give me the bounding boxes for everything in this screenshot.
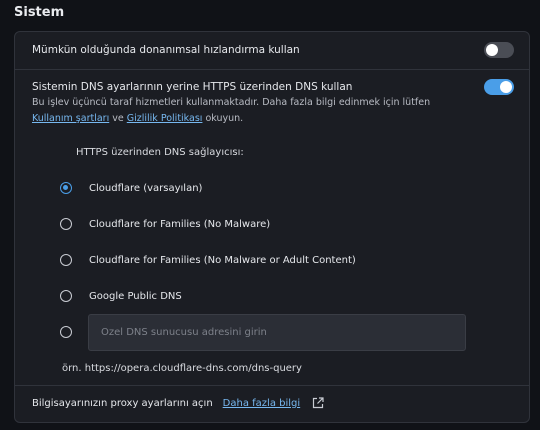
learn-more-link[interactable]: Daha fazla bilgi [223, 398, 301, 409]
radio-button[interactable] [60, 254, 72, 266]
provider-option-cloudflare-families-adult[interactable]: Cloudflare for Families (No Malware or A… [60, 252, 356, 268]
dns-over-https-toggle[interactable] [484, 79, 514, 95]
provider-option-custom[interactable] [60, 324, 72, 340]
external-link-icon[interactable] [312, 397, 324, 409]
dns-description-and: ve [112, 113, 124, 124]
radio-button[interactable] [60, 182, 72, 194]
privacy-policy-link[interactable]: Gizlilik Politikası [127, 113, 203, 124]
provider-option-cloudflare-families[interactable]: Cloudflare for Families (No Malware) [60, 216, 270, 232]
hardware-acceleration-label: Mümkün olduğunda donanımsal hızlandırma … [32, 44, 300, 56]
provider-option-label: Cloudflare (varsayılan) [89, 182, 203, 194]
dns-description-suffix: okuyun. [205, 113, 244, 124]
section-title: Sistem [14, 5, 65, 20]
toggle-knob [486, 44, 498, 56]
custom-dns-input[interactable] [88, 314, 466, 351]
dns-over-https-label: Sistemin DNS ayarlarının yerine HTTPS üz… [32, 81, 353, 93]
hardware-acceleration-toggle[interactable] [484, 42, 514, 58]
provider-option-label: Cloudflare for Families (No Malware) [89, 218, 271, 230]
radio-button[interactable] [60, 290, 72, 302]
toggle-knob [500, 81, 512, 93]
proxy-settings-label: Bilgisayarınızın proxy ayarlarını açın [32, 397, 213, 409]
provider-option-cloudflare[interactable]: Cloudflare (varsayılan) [60, 180, 202, 196]
provider-option-google[interactable]: Google Public DNS [60, 288, 182, 304]
dns-description: Bu işlev üçüncü taraf hizmetleri kullanm… [32, 95, 462, 127]
dns-provider-title: HTTPS üzerinden DNS sağlayıcısı: [76, 147, 244, 158]
divider [15, 385, 529, 386]
terms-link[interactable]: Kullanım şartları [32, 113, 109, 124]
dns-example-text: örn. https://opera.cloudflare-dns.com/dn… [62, 363, 302, 374]
radio-button[interactable] [60, 218, 72, 230]
provider-option-label: Cloudflare for Families (No Malware or A… [89, 254, 356, 266]
divider [15, 69, 529, 70]
proxy-row: Bilgisayarınızın proxy ayarlarını açın D… [32, 397, 324, 409]
system-settings-panel: Mümkün olduğunda donanımsal hızlandırma … [14, 31, 530, 423]
provider-option-label: Google Public DNS [89, 290, 182, 302]
dns-description-text: Bu işlev üçüncü taraf hizmetleri kullanm… [32, 97, 431, 108]
radio-button[interactable] [60, 326, 72, 338]
